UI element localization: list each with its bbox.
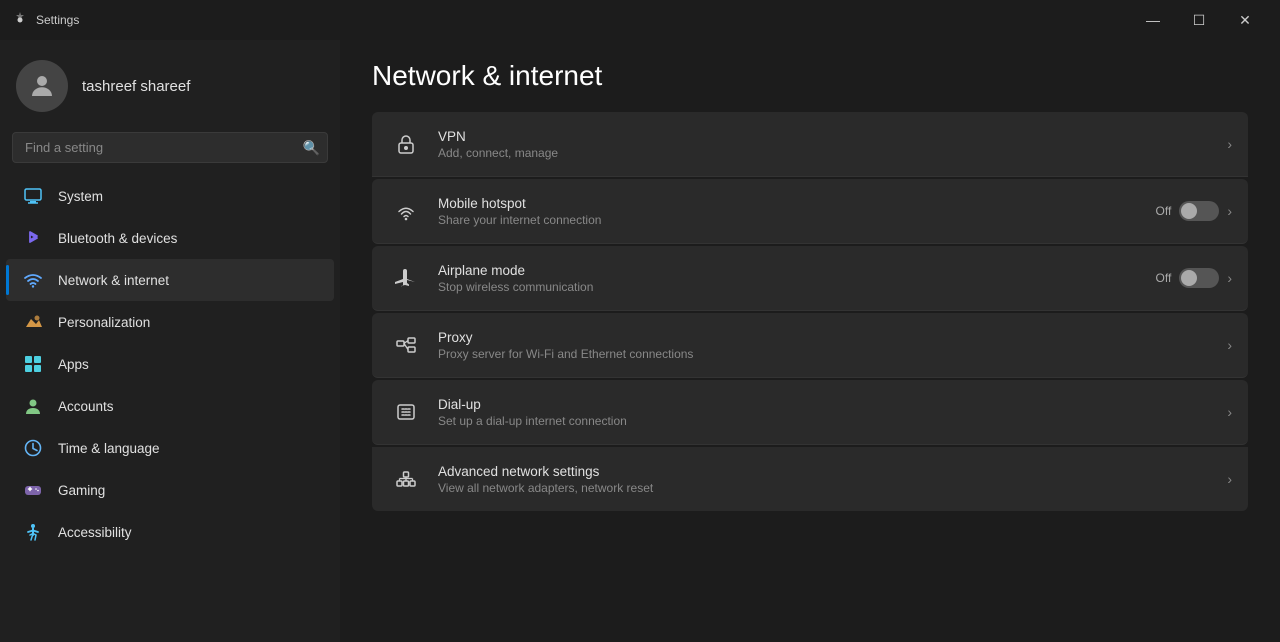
airplane-toggle-label: Off	[1156, 271, 1172, 285]
proxy-title: Proxy	[438, 330, 1227, 345]
sidebar-item-accounts[interactable]: Accounts	[6, 385, 334, 427]
advanced-network-title: Advanced network settings	[438, 464, 1227, 479]
personalization-icon	[22, 311, 44, 333]
airplane-chevron: ›	[1227, 270, 1232, 286]
airplane-toggle[interactable]	[1179, 268, 1219, 288]
dialup-subtitle: Set up a dial-up internet connection	[438, 414, 1227, 428]
advanced-network-item[interactable]: Advanced network settings View all netwo…	[372, 447, 1248, 511]
hotspot-title: Mobile hotspot	[438, 196, 1156, 211]
sidebar-item-label-bluetooth: Bluetooth & devices	[58, 231, 177, 246]
hotspot-right: Off ›	[1156, 201, 1232, 221]
search-input[interactable]	[12, 132, 328, 163]
close-button[interactable]: ✕	[1222, 4, 1268, 36]
page-title: Network & internet	[372, 60, 1248, 92]
airplane-icon	[388, 260, 424, 296]
dialup-text: Dial-up Set up a dial-up internet connec…	[438, 397, 1227, 428]
sidebar-item-label-accounts: Accounts	[58, 399, 114, 414]
proxy-chevron: ›	[1227, 337, 1232, 353]
vpn-chevron: ›	[1227, 136, 1232, 152]
airplane-right: Off ›	[1156, 268, 1232, 288]
proxy-icon	[388, 327, 424, 363]
minimize-button[interactable]: —	[1130, 4, 1176, 36]
maximize-button[interactable]: ☐	[1176, 4, 1222, 36]
network-icon	[22, 269, 44, 291]
sidebar-item-accessibility[interactable]: Accessibility	[6, 511, 334, 553]
sidebar-item-label-network: Network & internet	[58, 273, 169, 288]
gaming-icon	[22, 479, 44, 501]
sidebar-nav: System Bluetooth & devices	[0, 175, 340, 553]
vpn-icon	[388, 126, 424, 162]
proxy-subtitle: Proxy server for Wi-Fi and Ethernet conn…	[438, 347, 1227, 361]
settings-list: VPN Add, connect, manage ›	[372, 112, 1248, 511]
sidebar-item-label-accessibility: Accessibility	[58, 525, 132, 540]
profile-name: tashreef shareef	[82, 78, 190, 95]
dialup-right: ›	[1227, 404, 1232, 420]
time-icon	[22, 437, 44, 459]
airplane-text: Airplane mode Stop wireless communicatio…	[438, 263, 1156, 294]
hotspot-text: Mobile hotspot Share your internet conne…	[438, 196, 1156, 227]
hotspot-chevron: ›	[1227, 203, 1232, 219]
vpn-subtitle: Add, connect, manage	[438, 146, 1227, 160]
sidebar-item-label-personalization: Personalization	[58, 315, 150, 330]
advanced-network-subtitle: View all network adapters, network reset	[438, 481, 1227, 495]
system-icon	[22, 185, 44, 207]
sidebar-item-apps[interactable]: Apps	[6, 343, 334, 385]
sidebar-item-gaming[interactable]: Gaming	[6, 469, 334, 511]
proxy-item[interactable]: Proxy Proxy server for Wi-Fi and Etherne…	[372, 313, 1248, 378]
content-area: Network & internet VPN Add, connect, man…	[340, 40, 1280, 642]
search-icon[interactable]: 🔍	[303, 139, 320, 156]
advanced-network-text: Advanced network settings View all netwo…	[438, 464, 1227, 495]
hotspot-icon	[388, 193, 424, 229]
sidebar-item-label-gaming: Gaming	[58, 483, 105, 498]
vpn-right: ›	[1227, 136, 1232, 152]
settings-app-icon	[12, 12, 28, 28]
dialup-item[interactable]: Dial-up Set up a dial-up internet connec…	[372, 380, 1248, 445]
airplane-title: Airplane mode	[438, 263, 1156, 278]
sidebar-item-label-system: System	[58, 189, 103, 204]
avatar	[16, 60, 68, 112]
accounts-icon	[22, 395, 44, 417]
bluetooth-icon	[22, 227, 44, 249]
sidebar-item-label-apps: Apps	[58, 357, 89, 372]
window-controls: — ☐ ✕	[1130, 4, 1268, 36]
apps-icon	[22, 353, 44, 375]
sidebar-item-network[interactable]: Network & internet	[6, 259, 334, 301]
titlebar-title: Settings	[36, 13, 1130, 27]
hotspot-toggle-label: Off	[1156, 204, 1172, 218]
vpn-item[interactable]: VPN Add, connect, manage ›	[372, 112, 1248, 177]
sidebar-profile[interactable]: tashreef shareef	[0, 40, 340, 128]
airplane-item[interactable]: Airplane mode Stop wireless communicatio…	[372, 246, 1248, 311]
sidebar: tashreef shareef 🔍 System	[0, 40, 340, 642]
sidebar-item-label-time: Time & language	[58, 441, 160, 456]
search-box: 🔍	[12, 132, 328, 163]
vpn-text: VPN Add, connect, manage	[438, 129, 1227, 160]
dialup-chevron: ›	[1227, 404, 1232, 420]
dialup-title: Dial-up	[438, 397, 1227, 412]
dialup-icon	[388, 394, 424, 430]
hotspot-toggle[interactable]	[1179, 201, 1219, 221]
proxy-text: Proxy Proxy server for Wi-Fi and Etherne…	[438, 330, 1227, 361]
vpn-title: VPN	[438, 129, 1227, 144]
titlebar: Settings — ☐ ✕	[0, 0, 1280, 40]
sidebar-item-bluetooth[interactable]: Bluetooth & devices	[6, 217, 334, 259]
sidebar-item-system[interactable]: System	[6, 175, 334, 217]
hotspot-subtitle: Share your internet connection	[438, 213, 1156, 227]
advanced-network-icon	[388, 461, 424, 497]
hotspot-item[interactable]: Mobile hotspot Share your internet conne…	[372, 179, 1248, 244]
accessibility-icon	[22, 521, 44, 543]
proxy-right: ›	[1227, 337, 1232, 353]
sidebar-item-personalization[interactable]: Personalization	[6, 301, 334, 343]
airplane-subtitle: Stop wireless communication	[438, 280, 1156, 294]
advanced-network-right: ›	[1227, 471, 1232, 487]
advanced-network-chevron: ›	[1227, 471, 1232, 487]
sidebar-item-time[interactable]: Time & language	[6, 427, 334, 469]
